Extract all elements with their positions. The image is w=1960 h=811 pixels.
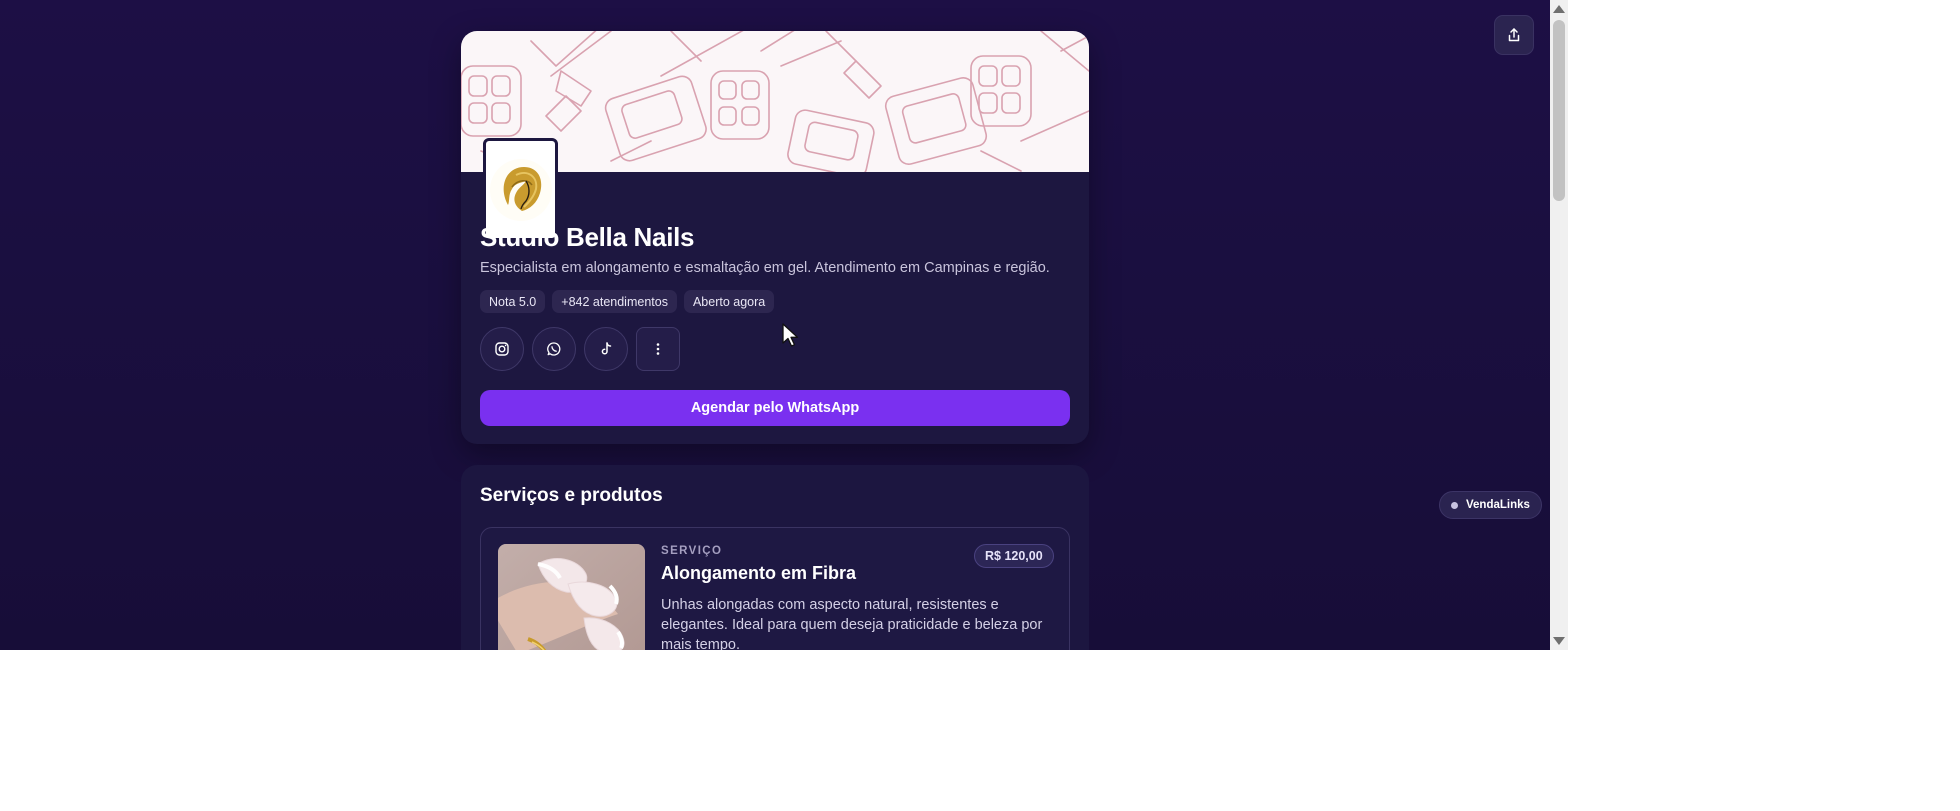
rating-badge: Nota 5.0 (480, 290, 546, 313)
services-title: Serviços e produtos (480, 485, 663, 506)
brand-badge[interactable]: VendaLinks (1439, 491, 1542, 519)
whatsapp-booking-button[interactable]: Agendar pelo WhatsApp (480, 390, 1070, 426)
arrow-up-icon (1553, 5, 1565, 13)
tiktok-button[interactable] (584, 327, 628, 371)
instagram-button[interactable] (480, 327, 524, 371)
service-description: Unhas alongadas com aspecto natural, res… (661, 597, 1043, 650)
service-price: R$ 120,00 (974, 544, 1054, 568)
service-name: Alongamento em Fibra (661, 563, 857, 583)
service-card[interactable]: SERVIÇO Alongamento em Fibra R$ 120,00 U… (480, 527, 1070, 650)
profile-badges: Nota 5.0 +842 atendimentos Aberto agora (480, 290, 775, 313)
share-icon (1508, 28, 1520, 42)
brand-label: VendaLinks (1466, 499, 1530, 511)
whatsapp-icon (547, 342, 561, 356)
vertical-scrollbar[interactable] (1550, 0, 1568, 650)
page-viewport: Studio Bella Nails Especialista em along… (0, 0, 1550, 650)
scroll-up-button[interactable] (1550, 0, 1568, 18)
scroll-down-button[interactable] (1550, 632, 1568, 650)
status-badge: Aberto agora (683, 290, 775, 313)
whatsapp-button[interactable] (532, 327, 576, 371)
mouse-cursor-icon (782, 323, 799, 347)
tiktok-icon (601, 342, 612, 355)
scrollbar-thumb[interactable] (1553, 20, 1565, 201)
social-links (480, 327, 680, 371)
service-category: SERVIÇO (661, 545, 723, 557)
profile-name: Studio Bella Nails (480, 222, 695, 252)
arrow-down-icon (1553, 637, 1565, 645)
more-options-button[interactable] (636, 327, 680, 371)
brand-dot-icon (1451, 501, 1458, 509)
profile-card: Studio Bella Nails Especialista em along… (461, 31, 1089, 444)
service-image (498, 544, 645, 650)
instagram-icon (495, 342, 509, 356)
services-section: Serviços e produtos SERVIÇO Alongamento … (461, 465, 1089, 650)
share-button[interactable] (1494, 15, 1534, 55)
more-vertical-icon (656, 343, 660, 355)
profile-bio: Especialista em alongamento e esmaltação… (480, 260, 1050, 276)
appointments-badge: +842 atendimentos (552, 290, 677, 313)
